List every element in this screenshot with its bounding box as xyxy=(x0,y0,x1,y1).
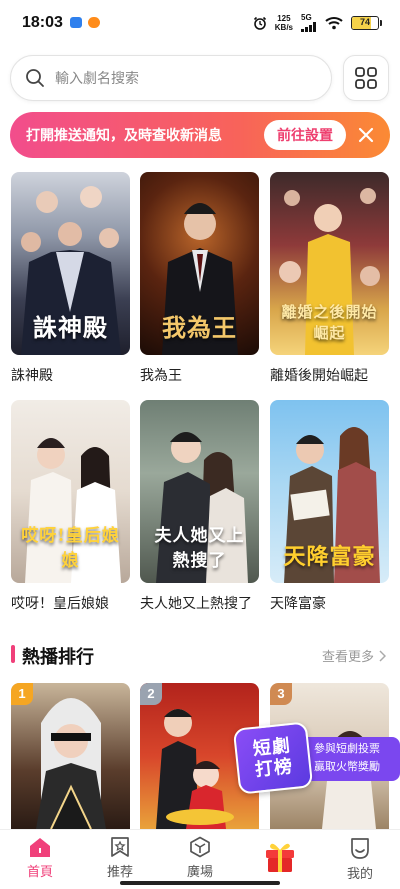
message-app-icon xyxy=(70,17,82,28)
poster-card[interactable]: 夫人她又上熱搜了 夫人她又上熱搜了 xyxy=(140,400,259,613)
category-grid-button[interactable] xyxy=(343,55,389,101)
vote-promo-widget[interactable]: 參與短劇投票 贏取火幣獎勵 短劇 打榜 xyxy=(232,721,400,795)
poster-title[interactable]: 誅神殿 xyxy=(11,365,130,385)
nav-gift[interactable] xyxy=(250,838,310,874)
search-box[interactable]: 輸入劇名搜索 xyxy=(10,55,332,101)
wifi-icon xyxy=(325,17,343,30)
see-more-label[interactable]: 查看更多 xyxy=(322,646,374,665)
nav-profile[interactable]: 我的 xyxy=(330,836,390,882)
promo-line-1: 參與短劇投票 xyxy=(314,743,380,755)
net-speed-unit: KB/s xyxy=(274,23,293,32)
nav-plaza-label[interactable]: 廣場 xyxy=(187,861,213,880)
poster-title[interactable]: 哎呀！皇后娘娘 xyxy=(11,593,130,613)
poster-image[interactable]: 哎呀!皇后娘娘 xyxy=(11,400,130,583)
chevron-right-icon xyxy=(379,649,386,662)
battery-icon: 74 xyxy=(351,16,382,30)
nav-profile-label[interactable]: 我的 xyxy=(347,863,373,882)
nav-recommend-label[interactable]: 推荐 xyxy=(107,861,133,880)
net-speed-value: 125 xyxy=(277,14,291,23)
poster-caption: 哎呀!皇后娘娘 xyxy=(21,526,120,571)
section-accent-bar xyxy=(11,645,15,663)
ranking-card[interactable]: 1 xyxy=(11,683,130,829)
network-type: 5G xyxy=(301,13,312,22)
poster-image[interactable]: 我為王 xyxy=(140,172,259,355)
battery-level: 74 xyxy=(359,17,370,27)
cellular-indicator: 5G xyxy=(301,14,317,32)
poster-caption: 夫人她又上熱搜了 xyxy=(154,526,245,571)
rank-badge: 2 xyxy=(140,683,162,705)
status-notification-icons xyxy=(70,17,100,28)
rank-badge: 1 xyxy=(11,683,33,705)
gift-icon xyxy=(266,843,294,872)
status-bar: 18:03 125 KB/s 5G 74 xyxy=(0,0,400,48)
nav-plaza[interactable]: 廣場 xyxy=(170,836,230,880)
see-more-link[interactable]: 查看更多 xyxy=(322,646,386,665)
poster-title[interactable]: 夫人她又上熱搜了 xyxy=(140,593,259,613)
poster-card[interactable]: 哎呀!皇后娘娘 哎呀！皇后娘娘 xyxy=(11,400,130,613)
home-icon xyxy=(30,838,50,857)
section-title: 熱播排行 xyxy=(22,647,94,667)
rank-badge: 3 xyxy=(270,683,292,705)
poster-title[interactable]: 天降富豪 xyxy=(270,593,389,613)
poster-title[interactable]: 我為王 xyxy=(140,365,259,385)
net-speed: 125 KB/s xyxy=(275,14,293,32)
promo-badge-line-2: 打榜 xyxy=(254,756,294,780)
promo-text-panel[interactable]: 參與短劇投票 贏取火幣獎勵 xyxy=(302,737,400,781)
poster-image[interactable]: 夫人她又上熱搜了 xyxy=(140,400,259,583)
promo-line-2: 贏取火幣獎勵 xyxy=(314,761,380,773)
poster-image[interactable]: 天降富豪 xyxy=(270,400,389,583)
poster-card[interactable]: 我為王 我為王 xyxy=(140,172,259,385)
poster-card[interactable]: 天降富豪 天降富豪 xyxy=(270,400,389,613)
status-right: 125 KB/s 5G 74 xyxy=(253,14,382,32)
bookmark-star-icon xyxy=(111,837,129,857)
poster-image[interactable]: 誅神殿 xyxy=(11,172,130,355)
poster-card[interactable]: 離婚之後開始崛起 離婚後開始崛起 xyxy=(270,172,389,385)
poster-title[interactable]: 離婚後開始崛起 xyxy=(270,365,389,385)
nav-recommend[interactable]: 推荐 xyxy=(90,836,150,880)
promo-badge[interactable]: 短劇 打榜 xyxy=(232,721,314,795)
alarm-icon xyxy=(253,16,266,30)
poster-caption: 離婚之後開始崛起 xyxy=(281,303,378,342)
poster-caption: 我為王 xyxy=(162,313,237,342)
poster-image[interactable]: 離婚之後開始崛起 xyxy=(270,172,389,355)
signal-icon xyxy=(301,22,316,32)
nav-home-label[interactable]: 首頁 xyxy=(27,861,53,880)
game-app-icon xyxy=(88,17,100,28)
grid-icon xyxy=(355,67,377,89)
push-notification-banner: 打開推送通知，及時查收新消息 前往設置 xyxy=(10,112,390,158)
bottom-navigation: 首頁 推荐 廣場 我的 xyxy=(0,829,400,889)
nav-home[interactable]: 首頁 xyxy=(10,836,70,880)
search-icon xyxy=(26,69,44,87)
go-to-settings-button[interactable]: 前往設置 xyxy=(264,120,346,150)
home-indicator[interactable] xyxy=(120,881,280,885)
poster-caption: 天降富豪 xyxy=(283,544,376,570)
poster-caption: 誅神殿 xyxy=(33,313,108,342)
notice-text: 打開推送通知，及時查收新消息 xyxy=(26,127,222,143)
status-time: 18:03 xyxy=(22,14,63,31)
profile-face-icon xyxy=(351,838,369,859)
close-icon[interactable] xyxy=(356,125,376,145)
cube-icon xyxy=(190,836,210,858)
poster-card[interactable]: 誅神殿 誅神殿 xyxy=(11,172,130,385)
search-placeholder[interactable]: 輸入劇名搜索 xyxy=(55,68,139,88)
